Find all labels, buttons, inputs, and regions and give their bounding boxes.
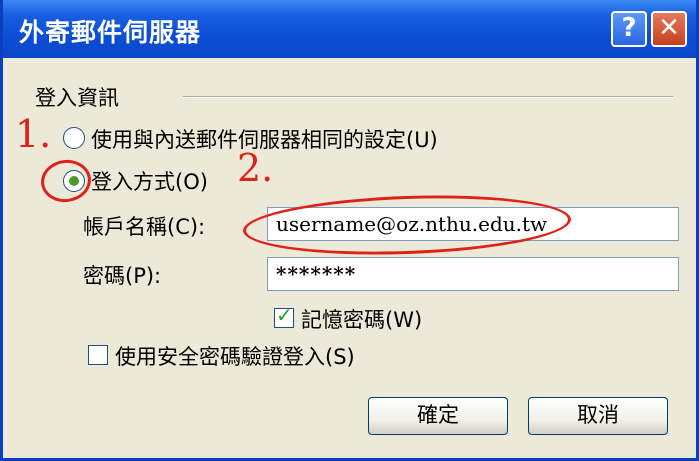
- ok-button[interactable]: 確定: [368, 397, 508, 435]
- group-label: 登入資訊: [35, 86, 119, 110]
- password-label: 密碼(P):: [83, 264, 162, 288]
- annotation-step-1: 1.: [15, 112, 52, 156]
- close-button[interactable]: ✕: [651, 11, 687, 47]
- annotation-step-2: 2.: [237, 146, 274, 190]
- help-icon: ?: [621, 13, 637, 43]
- cancel-button[interactable]: 取消: [528, 397, 668, 435]
- account-name-label: 帳戶名稱(C):: [83, 215, 206, 239]
- annotation-circle-radio: [38, 156, 94, 206]
- radio-login-method-label[interactable]: 登入方式(O): [91, 166, 208, 196]
- close-icon: ✕: [658, 13, 680, 43]
- secure-password-auth-label[interactable]: 使用安全密碼驗證登入(S): [115, 341, 355, 371]
- password-field[interactable]: *******: [267, 257, 679, 291]
- dialog-window: 外寄郵件伺服器 ? ✕ 登入資訊 使用與內送郵件伺服器相同的設定(U) 登入方式…: [0, 0, 699, 461]
- remember-password-label[interactable]: 記憶密碼(W): [301, 304, 422, 334]
- help-button[interactable]: ?: [611, 11, 647, 47]
- remember-password-checkbox[interactable]: ✓: [274, 303, 294, 328]
- secure-password-auth-checkbox[interactable]: [88, 345, 108, 365]
- radio-same-settings[interactable]: [63, 127, 85, 149]
- window-title: 外寄郵件伺服器: [19, 18, 202, 47]
- group-divider: [183, 96, 673, 98]
- title-bar: 外寄郵件伺服器 ? ✕: [3, 0, 696, 58]
- annotation-circle-account: [242, 190, 572, 260]
- check-icon: ✓: [276, 303, 293, 327]
